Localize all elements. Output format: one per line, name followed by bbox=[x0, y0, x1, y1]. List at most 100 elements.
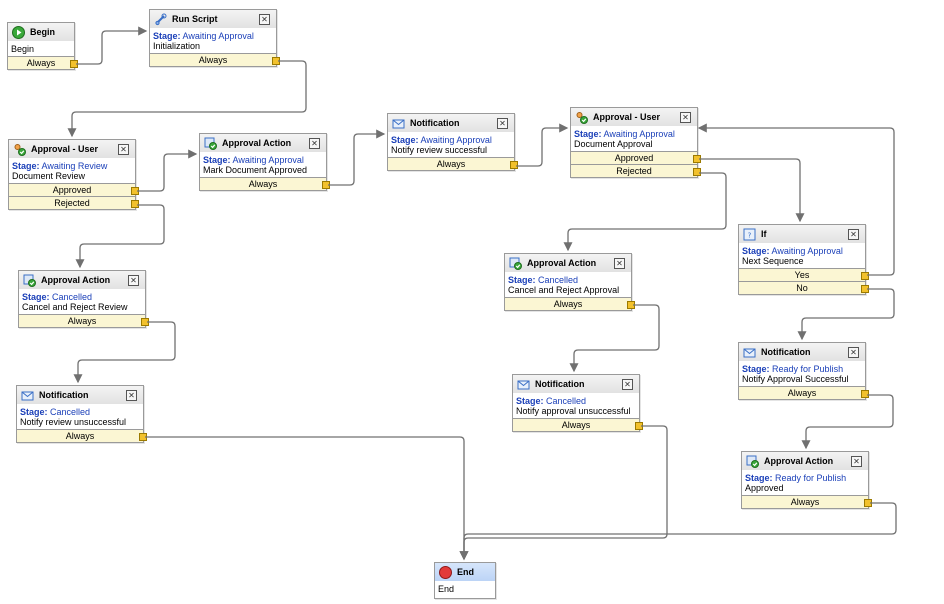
close-button[interactable]: ✕ bbox=[259, 14, 270, 25]
approval-user-node[interactable]: Approval - User ✕ Stage: Awaiting Review… bbox=[8, 139, 139, 210]
output-approved[interactable]: Approved bbox=[571, 152, 701, 165]
node-body: Stage: Awaiting Approval Notify review s… bbox=[388, 132, 514, 157]
if-node[interactable]: ? If ✕ Stage: Awaiting Approval Next Seq… bbox=[738, 224, 869, 295]
notification-node[interactable]: Notification ✕ Stage: Awaiting Approval … bbox=[387, 113, 518, 171]
node-outputs: Always bbox=[513, 418, 643, 431]
output-always[interactable]: Always bbox=[19, 315, 149, 327]
node-body: Stage: Cancelled Cancel and Reject Appro… bbox=[505, 272, 631, 297]
approval-action-node[interactable]: Approval Action ✕ Stage: Ready for Publi… bbox=[741, 451, 872, 509]
notification-node[interactable]: Notification ✕ Stage: Ready for Publish … bbox=[738, 342, 869, 400]
output-rejected[interactable]: Rejected bbox=[571, 165, 701, 177]
output-label: Always bbox=[198, 55, 228, 65]
notification-node[interactable]: Notification ✕ Stage: Cancelled Notify a… bbox=[512, 374, 643, 432]
close-button[interactable]: ✕ bbox=[118, 144, 129, 155]
output-port[interactable] bbox=[693, 168, 701, 176]
close-button[interactable]: ✕ bbox=[680, 112, 691, 123]
output-port[interactable] bbox=[131, 187, 139, 195]
output-port[interactable] bbox=[861, 390, 869, 398]
node-description: Initialization bbox=[153, 41, 201, 51]
close-button[interactable]: ✕ bbox=[848, 229, 859, 240]
stage-label: Stage: bbox=[20, 407, 48, 417]
output-port[interactable] bbox=[693, 155, 701, 163]
output-always[interactable]: Always bbox=[513, 419, 643, 431]
node-outputs: Always bbox=[17, 429, 147, 442]
output-always[interactable]: Always bbox=[388, 158, 518, 170]
stage-line: Stage: Awaiting Approval bbox=[742, 246, 862, 256]
output-port[interactable] bbox=[510, 161, 518, 169]
close-button[interactable]: ✕ bbox=[128, 275, 139, 286]
stage-value: Cancelled bbox=[52, 292, 93, 302]
svg-text:?: ? bbox=[748, 232, 752, 240]
output-approved[interactable]: Approved bbox=[9, 184, 139, 197]
output-port[interactable] bbox=[70, 60, 78, 68]
node-outputs: Always bbox=[200, 177, 330, 190]
stage-line: Stage: Cancelled bbox=[22, 292, 142, 302]
notification-node-header: Notification ✕ bbox=[388, 114, 514, 132]
node-title: Approval Action bbox=[41, 275, 111, 285]
node-body: Stage: Cancelled Cancel and Reject Revie… bbox=[19, 289, 145, 314]
notification-node[interactable]: Notification ✕ Stage: Cancelled Notify r… bbox=[16, 385, 147, 443]
output-label: Always bbox=[26, 58, 56, 68]
stage-value: Awaiting Approval bbox=[603, 129, 675, 139]
output-always[interactable]: Always bbox=[742, 496, 872, 508]
output-always[interactable]: Always bbox=[8, 57, 78, 69]
close-button[interactable]: ✕ bbox=[614, 258, 625, 269]
output-port[interactable] bbox=[864, 499, 872, 507]
notification-node-header: Notification ✕ bbox=[513, 375, 639, 393]
node-title: End bbox=[457, 567, 474, 577]
node-body: Stage: Awaiting Approval Next Sequence bbox=[739, 243, 865, 268]
node-body: Stage: Awaiting Approval Mark Document A… bbox=[200, 152, 326, 177]
output-always[interactable]: Always bbox=[505, 298, 635, 310]
close-button[interactable]: ✕ bbox=[851, 456, 862, 467]
stage-line: Stage: Awaiting Approval bbox=[574, 129, 694, 139]
close-button[interactable]: ✕ bbox=[622, 379, 633, 390]
node-body: End bbox=[435, 581, 495, 598]
approval-action-icon bbox=[746, 455, 759, 468]
output-always[interactable]: Always bbox=[17, 430, 147, 442]
output-port[interactable] bbox=[635, 422, 643, 430]
close-button[interactable]: ✕ bbox=[848, 347, 859, 358]
output-port[interactable] bbox=[141, 318, 149, 326]
run-script-node[interactable]: Run Script ✕ Stage: Awaiting Approval In… bbox=[149, 9, 280, 67]
close-button[interactable]: ✕ bbox=[126, 390, 137, 401]
stage-line: Stage: Cancelled bbox=[20, 407, 140, 417]
node-title: Notification bbox=[39, 390, 89, 400]
end-node[interactable]: End End bbox=[434, 562, 496, 599]
stage-value: Cancelled bbox=[538, 275, 579, 285]
envelope-icon bbox=[392, 119, 405, 129]
approval-action-node-header: Approval Action ✕ bbox=[505, 254, 631, 272]
output-always[interactable]: Always bbox=[150, 54, 280, 66]
begin-node-header: Begin bbox=[8, 23, 74, 41]
approval-action-node[interactable]: Approval Action ✕ Stage: Cancelled Cance… bbox=[18, 270, 149, 328]
output-port[interactable] bbox=[139, 433, 147, 441]
stage-value: Awaiting Approval bbox=[420, 135, 492, 145]
stage-label: Stage: bbox=[574, 129, 602, 139]
output-no[interactable]: No bbox=[739, 282, 869, 294]
node-description: Next Sequence bbox=[742, 256, 804, 266]
output-port[interactable] bbox=[861, 272, 869, 280]
output-label: Approved bbox=[614, 153, 654, 163]
output-port[interactable] bbox=[627, 301, 635, 309]
approval-user-node[interactable]: Approval - User ✕ Stage: Awaiting Approv… bbox=[570, 107, 701, 178]
output-label: Always bbox=[787, 388, 817, 398]
output-port[interactable] bbox=[322, 181, 330, 189]
output-port[interactable] bbox=[861, 285, 869, 293]
output-port[interactable] bbox=[272, 57, 280, 65]
output-yes[interactable]: Yes bbox=[739, 269, 869, 282]
approval-user-node-header: Approval - User ✕ bbox=[9, 140, 135, 158]
stage-value: Awaiting Approval bbox=[771, 246, 843, 256]
approval-action-node[interactable]: Approval Action ✕ Stage: Awaiting Approv… bbox=[199, 133, 330, 191]
output-label: Always bbox=[436, 159, 466, 169]
envelope-icon bbox=[517, 380, 530, 390]
begin-node[interactable]: Begin Begin Always bbox=[7, 22, 78, 70]
close-button[interactable]: ✕ bbox=[309, 138, 320, 149]
node-body: Stage: Ready for Publish Notify Approval… bbox=[739, 361, 865, 386]
approval-action-node[interactable]: Approval Action ✕ Stage: Cancelled Cance… bbox=[504, 253, 635, 311]
output-label: Rejected bbox=[616, 166, 652, 176]
output-always[interactable]: Always bbox=[200, 178, 330, 190]
output-rejected[interactable]: Rejected bbox=[9, 197, 139, 209]
output-port[interactable] bbox=[131, 200, 139, 208]
notification-node-header: Notification ✕ bbox=[17, 386, 143, 404]
output-always[interactable]: Always bbox=[739, 387, 869, 399]
close-button[interactable]: ✕ bbox=[497, 118, 508, 129]
